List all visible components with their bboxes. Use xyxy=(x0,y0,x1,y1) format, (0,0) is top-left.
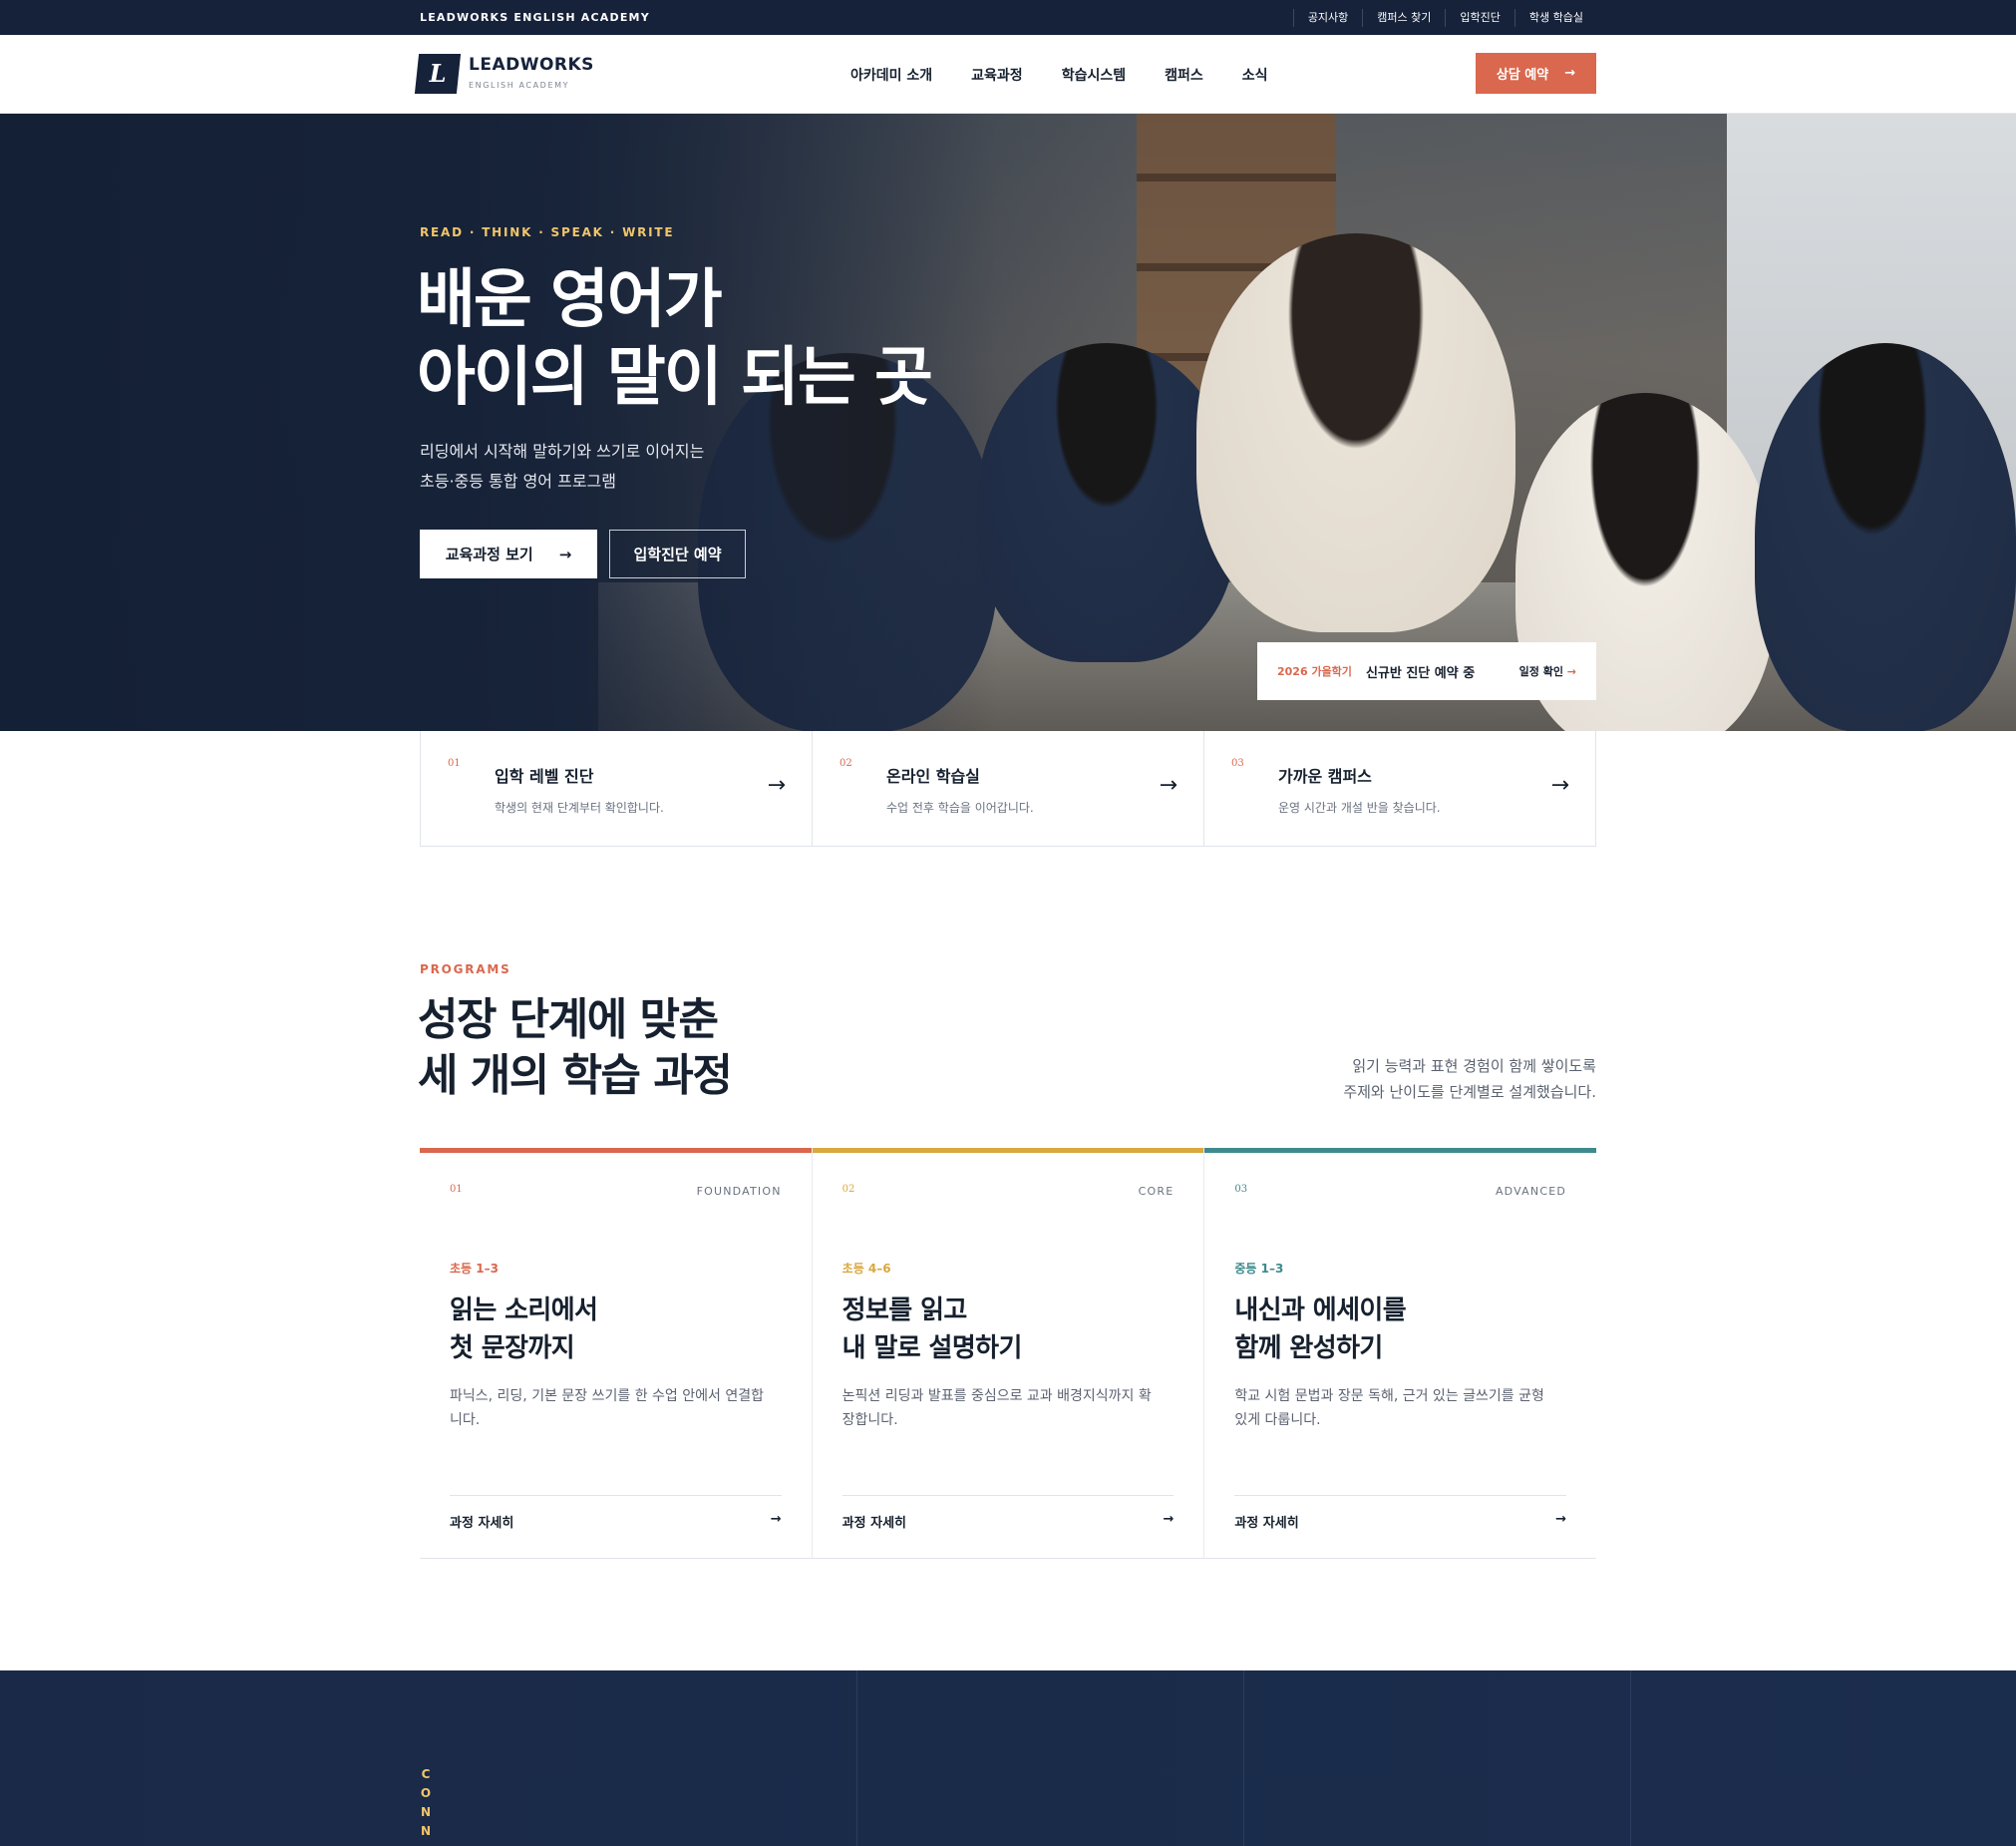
programs-tag: PROGRAMS xyxy=(420,962,511,976)
hero-description-line: 초등·중등 통합 영어 프로그램 xyxy=(420,472,616,491)
hero-description-line: 리딩에서 시작해 말하기와 쓰기로 이어지는 xyxy=(420,442,705,461)
quick-link-desc: 수업 전후 학습을 이어갑니다. xyxy=(886,801,1034,815)
quick-link-number: 01 xyxy=(448,758,461,769)
program-card-desc: 파닉스, 리딩, 기본 문장 쓰기를 한 수업 안에서 연결합니다. xyxy=(450,1388,764,1428)
program-card-desc: 학교 시험 문법과 장문 독해, 근거 있는 글쓰기를 균형 있게 다룹니다. xyxy=(1234,1388,1544,1428)
program-card-title: 읽는 소리에서 첫 문장까지 xyxy=(450,1295,598,1363)
programs-title: 성장 단계에 맞춘 세 개의 학습 과정 xyxy=(418,992,733,1104)
arrow-right-icon: → xyxy=(1159,773,1177,798)
logo-name[interactable]: LEADWORKS xyxy=(469,55,594,75)
program-card-grade: 중등 1–3 xyxy=(1234,1262,1284,1276)
arrow-right-icon: → xyxy=(1550,773,1569,798)
program-card-accent-bar xyxy=(1204,1148,1597,1153)
quick-link-nearby-campus[interactable]: 03 가까운 캠퍼스 운영 시간과 개설 반을 찾습니다. → xyxy=(1203,731,1595,846)
arrow-right-icon: → xyxy=(1555,1512,1567,1527)
programs-description-line: 읽기 능력과 표현 경험이 함께 쌓이도록 xyxy=(1352,1057,1596,1075)
program-card-detail-link[interactable]: 과정 자세히 → xyxy=(1234,1495,1567,1531)
consultation-button[interactable]: 상담 예약 → xyxy=(1476,53,1596,94)
main-nav: 아카데미 소개 교육과정 학습시스템 캠퍼스 소식 xyxy=(850,65,1268,85)
quick-link-number: 02 xyxy=(840,758,852,769)
arrow-right-icon: → xyxy=(767,773,786,798)
program-card-desc: 논픽션 리딩과 발표를 중심으로 교과 배경지식까지 확장합니다. xyxy=(841,1388,1152,1428)
band-vertical-label: CONN xyxy=(420,1767,432,1838)
contact-band: CONN xyxy=(0,1670,2016,1846)
quick-link-number: 03 xyxy=(1231,758,1244,769)
program-cards: 01 FOUNDATION 초등 1–3 읽는 소리에서 첫 문장까지 파닉스,… xyxy=(420,1148,1597,1559)
hero-overlay xyxy=(0,114,997,731)
utility-link-campus-finder[interactable]: 캠퍼스 찾기 xyxy=(1362,8,1445,27)
consultation-button-label: 상담 예약 xyxy=(1496,68,1549,83)
notice-tag: 2026 가을학기 xyxy=(1277,665,1352,678)
band-divider xyxy=(856,1670,857,1846)
program-card-level: CORE xyxy=(1138,1185,1175,1198)
arrow-right-icon: → xyxy=(558,545,572,563)
program-card-detail-link[interactable]: 과정 자세히 → xyxy=(841,1495,1175,1531)
hero-description: 리딩에서 시작해 말하기와 쓰기로 이어지는 초등·중등 통합 영어 프로그램 xyxy=(420,437,704,497)
program-card-grade: 초등 4–6 xyxy=(841,1262,891,1276)
logo-subtitle: ENGLISH ACADEMY xyxy=(469,81,570,90)
program-card-number: 01 xyxy=(450,1184,463,1195)
notice-schedule-link[interactable]: 일정 확인 → xyxy=(1519,663,1576,679)
program-card-number: 02 xyxy=(841,1184,855,1195)
program-card-level: FOUNDATION xyxy=(696,1185,782,1198)
arrow-right-icon: → xyxy=(1163,1512,1175,1527)
program-card-accent-bar xyxy=(812,1148,1204,1153)
program-card-detail-link[interactable]: 과정 자세히 → xyxy=(450,1495,782,1531)
hero-title-line: 배운 영어가 xyxy=(417,263,723,337)
program-card-title: 정보를 읽고 내 말로 설명하기 xyxy=(841,1295,1023,1363)
main-header: L LEADWORKS ENGLISH ACADEMY 아카데미 소개 교육과정… xyxy=(0,35,2016,114)
arrow-right-icon: → xyxy=(1566,665,1576,678)
utility-link-student-room[interactable]: 학생 학습실 xyxy=(1513,8,1583,27)
semester-notice: 2026 가을학기 신규반 진단 예약 중 일정 확인 → xyxy=(1257,642,1596,700)
utility-brand: LEADWORKS ENGLISH ACADEMY xyxy=(420,11,650,24)
hero-section xyxy=(0,114,2016,731)
quick-link-desc: 학생의 현재 단계부터 확인합니다. xyxy=(495,801,664,815)
program-card-grade: 초등 1–3 xyxy=(450,1262,499,1276)
programs-title-line: 성장 단계에 맞춘 xyxy=(418,994,719,1045)
program-card-title: 내신과 에세이를 함께 완성하기 xyxy=(1234,1295,1407,1363)
program-card-level: ADVANCED xyxy=(1495,1185,1567,1198)
quick-link-title: 입학 레벨 진단 xyxy=(495,767,594,786)
quick-link-online-room[interactable]: 02 온라인 학습실 수업 전후 학습을 이어갑니다. → xyxy=(812,731,1203,846)
nav-item-about[interactable]: 아카데미 소개 xyxy=(850,65,932,85)
utility-links: 공지사항 캠퍼스 찾기 입학진단 학생 학습실 xyxy=(1292,0,1583,35)
arrow-right-icon: → xyxy=(1564,66,1576,81)
nav-item-campus[interactable]: 캠퍼스 xyxy=(1165,65,1203,85)
nav-item-news[interactable]: 소식 xyxy=(1242,65,1268,85)
view-curriculum-button-label: 교육과정 보기 xyxy=(445,546,533,563)
hero-photo-student xyxy=(977,343,1236,662)
hero-photo-student xyxy=(1755,343,2016,731)
hero-tagline: READ · THINK · SPEAK · WRITE xyxy=(420,225,675,239)
notice-text: 신규반 진단 예약 중 xyxy=(1365,665,1476,681)
utility-link-admission-test[interactable]: 입학진단 xyxy=(1445,8,1513,27)
admission-test-button[interactable]: 입학진단 예약 xyxy=(609,530,746,578)
nav-item-curriculum[interactable]: 교육과정 xyxy=(971,65,1023,85)
program-card-core: 02 CORE 초등 4–6 정보를 읽고 내 말로 설명하기 논픽션 리딩과 … xyxy=(811,1148,1204,1558)
quick-links: 01 입학 레벨 진단 학생의 현재 단계부터 확인합니다. → 02 온라인 … xyxy=(420,731,1596,847)
hero-title-line: 아이의 말이 되는 곳 xyxy=(417,341,933,415)
quick-link-desc: 운영 시간과 개설 반을 찾습니다. xyxy=(1278,801,1441,815)
nav-item-learning-system[interactable]: 학습시스템 xyxy=(1062,65,1126,85)
program-card-accent-bar xyxy=(420,1148,812,1153)
utility-bar: LEADWORKS ENGLISH ACADEMY 공지사항 캠퍼스 찾기 입학… xyxy=(0,0,2016,35)
quick-link-title: 온라인 학습실 xyxy=(886,767,980,786)
band-divider xyxy=(1243,1670,1244,1846)
program-card-number: 03 xyxy=(1234,1184,1248,1195)
program-card-advanced: 03 ADVANCED 중등 1–3 내신과 에세이를 함께 완성하기 학교 시… xyxy=(1203,1148,1597,1558)
hero-photo-teacher xyxy=(1196,233,1515,632)
arrow-right-icon: → xyxy=(770,1512,782,1527)
programs-description: 읽기 능력과 표현 경험이 함께 쌓이도록 주제와 난이도를 단계별로 설계했습… xyxy=(1343,1053,1596,1105)
quick-link-title: 가까운 캠퍼스 xyxy=(1278,767,1372,786)
view-curriculum-button[interactable]: 교육과정 보기 → xyxy=(420,530,597,578)
programs-title-line: 세 개의 학습 과정 xyxy=(418,1050,733,1101)
utility-link-notice[interactable]: 공지사항 xyxy=(1292,8,1362,27)
quick-link-level-test[interactable]: 01 입학 레벨 진단 학생의 현재 단계부터 확인합니다. → xyxy=(421,731,812,846)
logo-icon[interactable]: L xyxy=(414,54,462,94)
programs-description-line: 주제와 난이도를 단계별로 설계했습니다. xyxy=(1343,1083,1596,1101)
hero-title: 배운 영어가 아이의 말이 되는 곳 xyxy=(417,261,933,417)
band-divider xyxy=(1630,1670,1631,1846)
program-card-foundation: 01 FOUNDATION 초등 1–3 읽는 소리에서 첫 문장까지 파닉스,… xyxy=(420,1148,812,1558)
